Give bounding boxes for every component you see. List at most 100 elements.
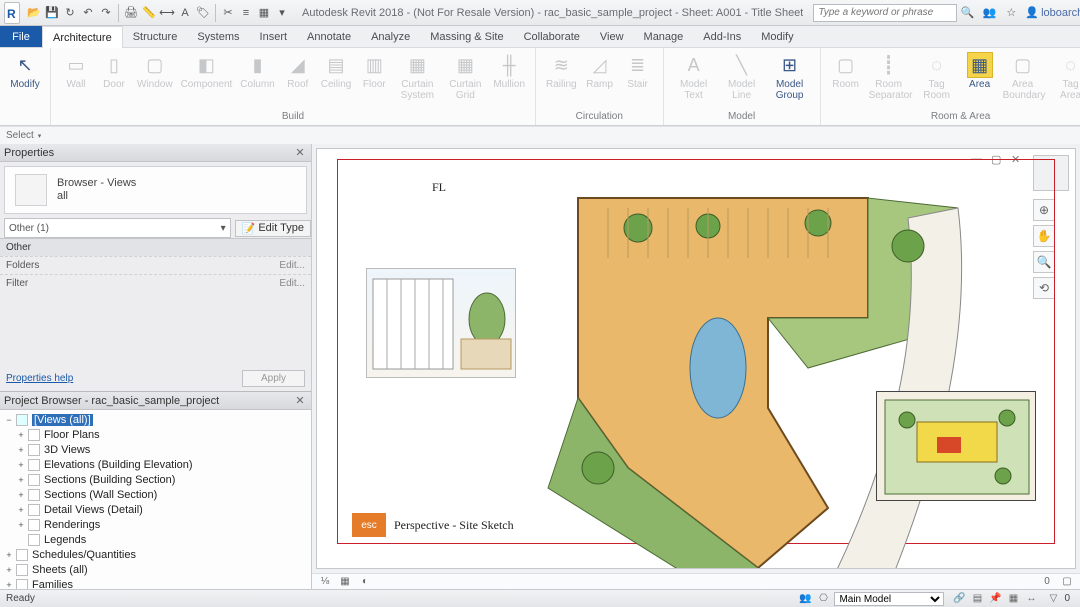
model-line-button[interactable]: ╲ModelLine — [718, 50, 766, 103]
user-chip[interactable]: 👤 loboarch — [1025, 6, 1080, 19]
workset-icon[interactable]: 👥 — [798, 592, 812, 606]
properties-help-link[interactable]: Properties help — [6, 373, 73, 384]
dimension-icon[interactable]: ⟷ — [159, 5, 175, 21]
close-icon[interactable]: ✕ — [293, 146, 307, 160]
drag-icon[interactable]: ↔ — [1024, 592, 1038, 606]
print-icon[interactable]: 🖨 — [123, 5, 139, 21]
close-hidden-icon[interactable]: ▦ — [256, 5, 272, 21]
component-button[interactable]: ◧Component — [177, 50, 237, 92]
expand-icon[interactable]: + — [4, 550, 14, 560]
tab-modify[interactable]: Modify — [751, 26, 803, 47]
property-row[interactable]: FilterEdit... — [0, 274, 311, 292]
tab-manage[interactable]: Manage — [634, 26, 694, 47]
room-button[interactable]: ▢Room — [827, 50, 865, 92]
roof-button[interactable]: ◢Roof — [279, 50, 317, 92]
door-button[interactable]: ▯Door — [95, 50, 133, 92]
project-browser-tree[interactable]: −[Views (all)]+Floor Plans+3D Views+Elev… — [0, 410, 311, 589]
search-input[interactable] — [813, 4, 957, 22]
select-underlay-icon[interactable]: ▤ — [970, 592, 984, 606]
tab-structure[interactable]: Structure — [123, 26, 188, 47]
tree-item[interactable]: +Sheets (all) — [4, 562, 307, 577]
edit-type-button[interactable]: 📝Edit Type — [235, 220, 311, 237]
expand-icon[interactable]: − — [4, 415, 14, 425]
tree-item[interactable]: +Renderings — [4, 517, 307, 532]
ramp-button[interactable]: ◿Ramp — [581, 50, 619, 92]
undo-icon[interactable]: ↶ — [80, 5, 96, 21]
tab-massing-site[interactable]: Massing & Site — [420, 26, 513, 47]
tab-collaborate[interactable]: Collaborate — [514, 26, 590, 47]
tree-item[interactable]: +Families — [4, 577, 307, 589]
tab-analyze[interactable]: Analyze — [361, 26, 420, 47]
select-pinned-icon[interactable]: 📌 — [988, 592, 1002, 606]
open-icon[interactable]: 📂 — [26, 5, 42, 21]
project-browser-header[interactable]: Project Browser - rac_basic_sample_proje… — [0, 392, 311, 410]
text-icon[interactable]: A — [177, 5, 193, 21]
select-label[interactable]: Select — [6, 130, 34, 141]
tree-item[interactable]: +3D Views — [4, 442, 307, 457]
tag-area-button[interactable]: ◌TagArea — [1047, 50, 1080, 103]
select-face-icon[interactable]: ▦ — [1006, 592, 1020, 606]
expand-icon[interactable]: + — [16, 445, 26, 455]
stair-button[interactable]: ≣Stair — [619, 50, 657, 92]
tree-item[interactable]: +Elevations (Building Elevation) — [4, 457, 307, 472]
comm-icon[interactable]: 👥 — [981, 5, 997, 21]
room-separator-button[interactable]: ┋RoomSeparator — [865, 50, 913, 103]
properties-preview[interactable]: Browser - Views all — [4, 166, 307, 214]
tag-room-button[interactable]: ◌TagRoom — [913, 50, 961, 103]
drawing-canvas[interactable]: — ▢ ✕ ⊕ ✋ 🔍 ⟲ FL — [316, 148, 1076, 569]
curtain-system-button[interactable]: ▦CurtainSystem — [393, 50, 441, 103]
sync-icon[interactable]: ↻ — [62, 5, 78, 21]
scale-icon[interactable]: ⅛ — [318, 575, 332, 589]
expand-icon[interactable]: + — [16, 505, 26, 515]
favorite-icon[interactable]: ☆ — [1003, 5, 1019, 21]
select-links-icon[interactable]: 🔗 — [952, 592, 966, 606]
tab-annotate[interactable]: Annotate — [297, 26, 361, 47]
expand-icon[interactable]: + — [4, 565, 14, 575]
expand-icon[interactable]: + — [16, 520, 26, 530]
tree-item[interactable]: +Sections (Wall Section) — [4, 487, 307, 502]
area-boundary-button[interactable]: ▢AreaBoundary — [999, 50, 1047, 103]
thin-lines-icon[interactable]: ≡ — [238, 5, 254, 21]
infocenter-icon[interactable]: 🔍 — [959, 5, 975, 21]
window-button[interactable]: ▢Window — [133, 50, 177, 92]
editable-only-icon[interactable]: ⎔ — [816, 592, 830, 606]
expand-icon[interactable]: + — [4, 580, 14, 590]
column-button[interactable]: ▮Column — [236, 50, 278, 92]
tree-item[interactable]: +Schedules/Quantities — [4, 547, 307, 562]
tab-insert[interactable]: Insert — [250, 26, 298, 47]
apply-button[interactable]: Apply — [242, 370, 305, 387]
zero-icon[interactable]: 0 — [1040, 575, 1054, 589]
workset-dropdown[interactable]: Main Model — [834, 592, 944, 606]
expand-icon[interactable]: + — [16, 430, 26, 440]
tab-add-ins[interactable]: Add-Ins — [693, 26, 751, 47]
detail-level-icon[interactable]: ▦ — [338, 575, 352, 589]
close-icon[interactable]: ✕ — [293, 394, 307, 408]
tree-item[interactable]: +Floor Plans — [4, 427, 307, 442]
redo-icon[interactable]: ↷ — [98, 5, 114, 21]
model-group-button[interactable]: ⊞ModelGroup — [766, 50, 814, 103]
tree-item[interactable]: +Sections (Building Section) — [4, 472, 307, 487]
tree-item[interactable]: −[Views (all)] — [4, 412, 307, 427]
switch-windows-icon[interactable]: ▾ — [274, 5, 290, 21]
tab-view[interactable]: View — [590, 26, 634, 47]
properties-header[interactable]: Properties ✕ — [0, 144, 311, 162]
model-text-button[interactable]: AModelText — [670, 50, 718, 103]
save-icon[interactable]: 💾 — [44, 5, 60, 21]
tree-item[interactable]: Legends — [4, 532, 307, 547]
app-icon[interactable]: R — [4, 2, 20, 24]
ceiling-button[interactable]: ▤Ceiling — [317, 50, 356, 92]
wall-button[interactable]: ▭Wall — [57, 50, 95, 92]
crop-icon[interactable]: ▢ — [1060, 575, 1074, 589]
property-row[interactable]: FoldersEdit... — [0, 256, 311, 274]
tag-icon[interactable]: 🏷 — [195, 5, 211, 21]
modify-button[interactable]: ↖Modify — [6, 50, 44, 92]
expand-icon[interactable]: + — [16, 475, 26, 485]
visual-style-icon[interactable]: ◐ — [358, 575, 372, 589]
filter-icon[interactable]: ▽ — [1046, 592, 1060, 606]
type-selector[interactable]: Other (1)▾ — [4, 218, 231, 238]
curtain-grid-button[interactable]: ▦CurtainGrid — [441, 50, 489, 103]
measure-icon[interactable]: 📏 — [141, 5, 157, 21]
tab-architecture[interactable]: Architecture — [42, 26, 123, 48]
floor-button[interactable]: ▥Floor — [355, 50, 393, 92]
section-icon[interactable]: ✂ — [220, 5, 236, 21]
